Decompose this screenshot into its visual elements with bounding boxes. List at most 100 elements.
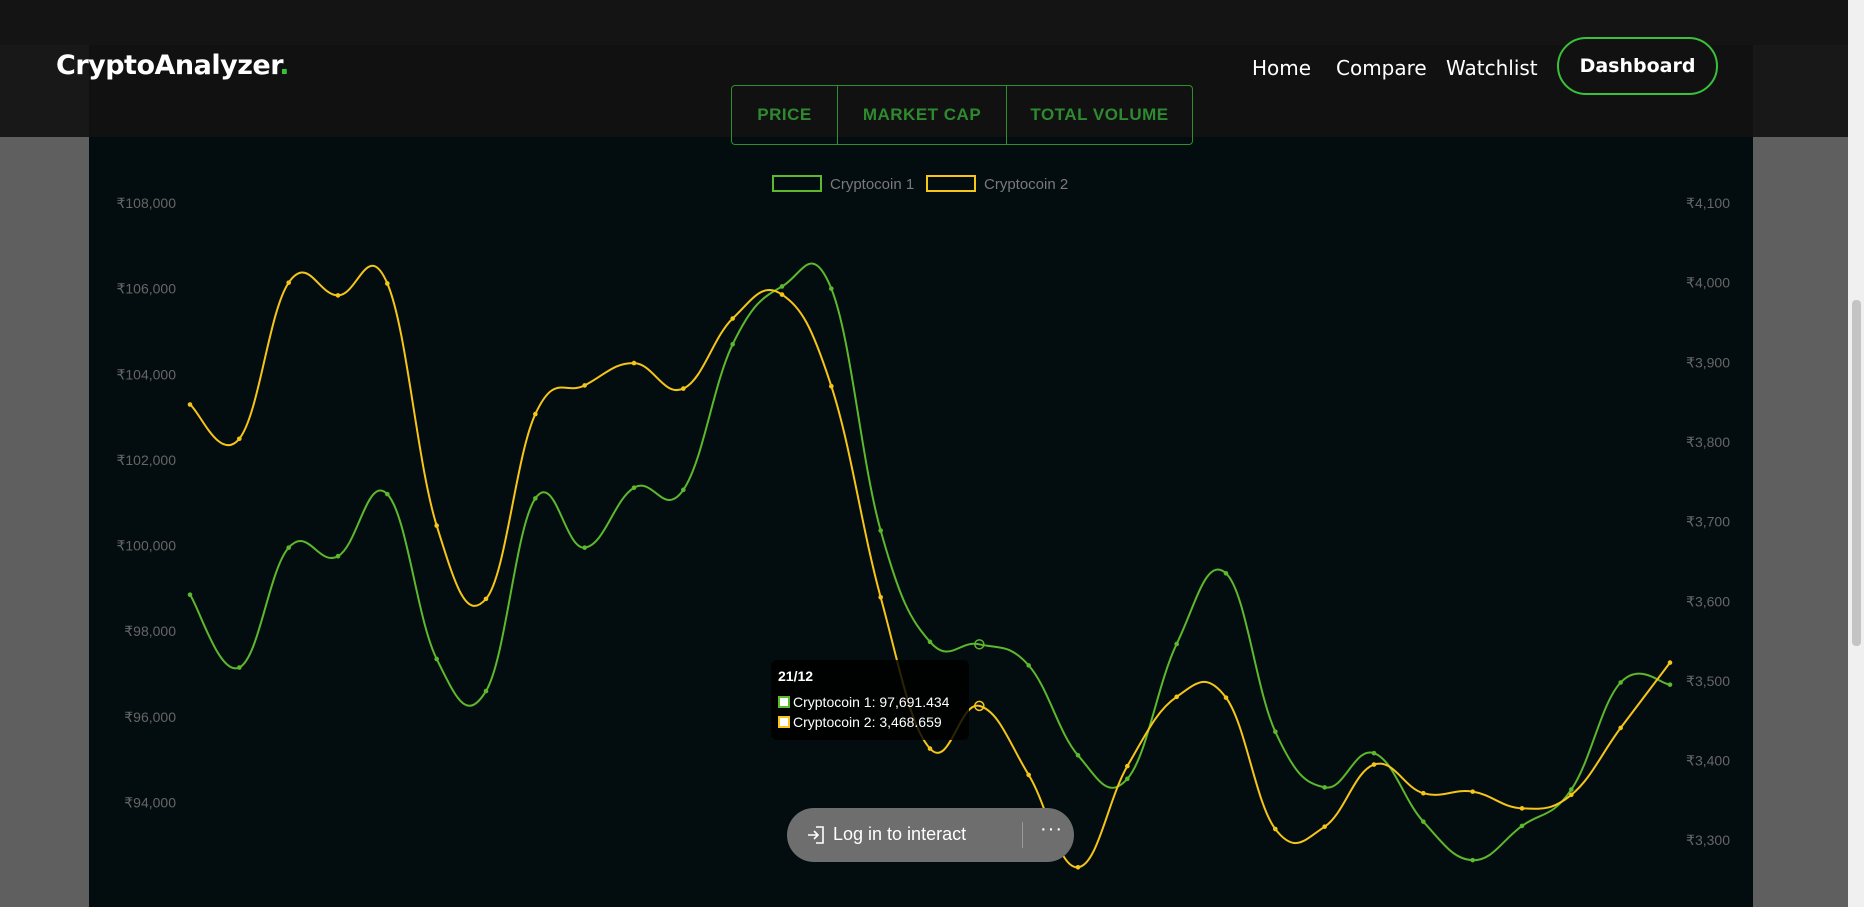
data-point (1026, 772, 1031, 778)
data-point (533, 411, 538, 417)
data-point (878, 528, 883, 533)
data-point (237, 436, 242, 442)
data-point (829, 286, 834, 291)
data-point (187, 402, 193, 407)
data-point (631, 485, 637, 491)
data-point (385, 281, 390, 286)
data-point (1618, 725, 1623, 731)
data-point (1075, 864, 1081, 870)
data-point (730, 341, 735, 347)
data-point (1667, 682, 1673, 687)
login-divider (1022, 822, 1023, 848)
data-point (878, 594, 883, 600)
data-point (582, 383, 587, 388)
y-left-tick-label: ₹96,000 (124, 709, 176, 725)
data-point (1125, 763, 1130, 769)
data-point (1421, 790, 1426, 796)
data-point (1174, 694, 1179, 700)
data-point (335, 553, 341, 559)
y-left-tick-label: ₹98,000 (124, 623, 176, 639)
more-options-icon[interactable]: ··· (1040, 818, 1063, 841)
data-point (286, 545, 291, 550)
data-point (1322, 824, 1327, 829)
y-right-tick-label: ₹3,600 (1686, 593, 1730, 609)
tooltip-swatch-coin1 (778, 696, 790, 708)
data-point (779, 284, 785, 289)
toggle-price[interactable]: PRICE (732, 86, 838, 144)
chart-panel: ₹94,000 ₹96,000 ₹98,000 ₹100,000 ₹102,000 ₹10… (89, 45, 1753, 907)
legend-swatch (926, 175, 976, 192)
tooltip-date: 21/12 (778, 668, 814, 684)
legend-label: Cryptocoin 2 (984, 176, 1068, 193)
login-icon[interactable] (805, 824, 827, 851)
data-point (385, 491, 390, 497)
data-point (1470, 857, 1475, 863)
y-left-tick-label: ₹106,000 (116, 281, 176, 297)
scrollbar-thumb[interactable] (1852, 300, 1861, 646)
data-point (187, 592, 193, 598)
tooltip-swatch-coin2 (778, 716, 790, 728)
y-right-tick-label: ₹3,700 (1686, 514, 1730, 530)
chart-tooltip: 21/12 Cryptocoin 1: 97,691.434 Cryptocoi… (771, 660, 969, 740)
toggle-market-cap[interactable]: MARKET CAP (838, 86, 1007, 144)
data-point (335, 293, 341, 298)
data-point (1174, 641, 1179, 647)
nav-link-home[interactable]: Home (1252, 56, 1311, 80)
data-point (1569, 792, 1574, 798)
y-left-tick-label: ₹94,000 (124, 794, 176, 810)
tooltip-row-coin2: Cryptocoin 2: 3,468.659 (778, 714, 942, 730)
tooltip-value-coin2: Cryptocoin 2: 3,468.659 (793, 714, 942, 730)
data-point (483, 596, 489, 602)
y-right-tick-label: ₹4,000 (1686, 275, 1730, 291)
y-left-tick-label: ₹104,000 (116, 366, 176, 382)
data-point (1026, 663, 1031, 668)
data-point (1421, 819, 1426, 824)
y-right-tick-label: ₹3,500 (1686, 673, 1730, 689)
page-scrollbar[interactable] (1848, 0, 1864, 907)
data-point (237, 665, 242, 670)
y-right-tick-label: ₹3,400 (1686, 753, 1730, 769)
data-point (681, 386, 686, 391)
data-point (1223, 571, 1229, 576)
data-point (483, 688, 489, 694)
data-point (1371, 750, 1377, 756)
nav-link-watchlist[interactable]: Watchlist (1446, 56, 1538, 80)
chart-type-toggle: PRICE MARKET CAP TOTAL VOLUME (731, 85, 1193, 145)
y-left-tick-label: ₹108,000 (116, 195, 176, 211)
y-right-tick-label: ₹4,100 (1686, 195, 1730, 211)
y-left-tick-label: ₹102,000 (116, 452, 176, 468)
data-point (1223, 695, 1229, 700)
logo-dot: . (279, 50, 289, 81)
login-button[interactable]: Log in to interact (833, 824, 966, 845)
data-point (1273, 826, 1278, 832)
data-point (434, 523, 439, 528)
data-point (1273, 729, 1278, 735)
data-point (286, 280, 291, 285)
data-point (779, 292, 785, 297)
data-point (1125, 776, 1130, 782)
legend-swatch (772, 175, 822, 192)
data-point (1075, 752, 1081, 758)
data-point (582, 545, 587, 550)
data-point (1667, 660, 1673, 665)
data-point (434, 656, 439, 662)
logo-text: CryptoAnalyzer (56, 50, 280, 81)
data-point (1470, 789, 1475, 794)
toggle-total-volume[interactable]: TOTAL VOLUME (1007, 86, 1192, 144)
data-point (1569, 787, 1574, 792)
data-point (927, 746, 933, 751)
data-point (927, 639, 933, 645)
login-to-interact-bar: Log in to interact ··· (787, 808, 1074, 862)
data-point (730, 316, 735, 321)
nav-link-compare[interactable]: Compare (1336, 56, 1427, 80)
y-left-tick-label: ₹100,000 (116, 538, 176, 554)
data-point (681, 487, 686, 493)
data-point (1519, 806, 1525, 811)
tooltip-row-coin1: Cryptocoin 1: 97,691.434 (778, 694, 949, 710)
price-comparison-chart[interactable]: ₹94,000 ₹96,000 ₹98,000 ₹100,000 ₹102,000 ₹10… (89, 45, 1753, 907)
data-point (829, 383, 834, 389)
data-point (1618, 680, 1623, 685)
dashboard-button[interactable]: Dashboard (1557, 37, 1718, 95)
tooltip-value-coin1: Cryptocoin 1: 97,691.434 (793, 694, 950, 710)
logo[interactable]: CryptoAnalyzer. (56, 50, 289, 81)
